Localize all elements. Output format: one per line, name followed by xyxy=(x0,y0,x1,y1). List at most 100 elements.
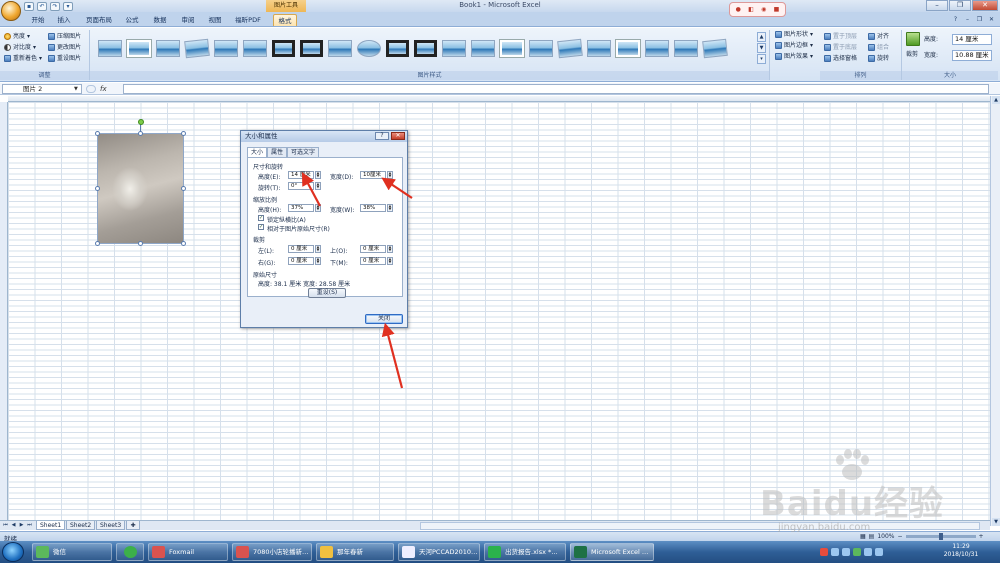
selected-picture[interactable] xyxy=(97,133,184,244)
height-spinner-icon[interactable]: ▲ ▼ xyxy=(315,171,321,179)
picture-style-thumb[interactable] xyxy=(328,40,352,57)
bring-to-front-button[interactable]: 置于顶层 xyxy=(824,32,857,41)
record-icon[interactable]: ● xyxy=(736,6,741,13)
resize-handle[interactable] xyxy=(181,241,186,246)
contrast-button[interactable]: 对比度 ▾ xyxy=(4,43,36,52)
relative-original-checkbox[interactable]: ✓ xyxy=(258,224,264,230)
volume-icon[interactable] xyxy=(875,548,883,556)
formula-expand-icon[interactable] xyxy=(86,85,96,93)
tab-review[interactable]: 审阅 xyxy=(178,14,198,26)
scale-height-input[interactable]: 37% xyxy=(288,204,314,212)
change-picture-button[interactable]: 更改图片 xyxy=(48,43,81,52)
resize-handle[interactable] xyxy=(95,186,100,191)
crop-left-spinner-icon[interactable]: ▲ ▼ xyxy=(315,245,321,253)
picture-shape-button[interactable]: 图片形状 ▾ xyxy=(775,30,813,39)
compress-pictures-button[interactable]: 压缩图片 xyxy=(48,32,81,41)
gallery-up-icon[interactable]: ▲ xyxy=(757,32,766,42)
sheet-tab-sheet1[interactable]: Sheet1 xyxy=(36,521,66,530)
rotation-handle[interactable] xyxy=(138,119,144,125)
picture-style-thumb[interactable] xyxy=(702,38,728,59)
picture-effects-button[interactable]: 图片效果 ▾ xyxy=(775,52,813,61)
tab-format[interactable]: 格式 xyxy=(273,14,297,26)
align-button[interactable]: 对齐 xyxy=(868,32,889,41)
tab-alt-text[interactable]: 可选文字 xyxy=(287,147,320,157)
sheet-tab-sheet2[interactable]: Sheet2 xyxy=(66,521,96,530)
crop-right-spinner-icon[interactable]: ▲ ▼ xyxy=(315,257,321,265)
close-button[interactable]: 关闭 xyxy=(365,314,403,324)
zoom-in-icon[interactable]: + xyxy=(979,533,984,540)
taskbar-item-excel[interactable]: Microsoft Excel … xyxy=(570,543,654,561)
picture-style-thumb[interactable] xyxy=(557,38,583,59)
recolor-button[interactable]: 重新着色 ▾ xyxy=(4,54,42,63)
start-button[interactable] xyxy=(2,542,24,562)
crop-bottom-spinner-icon[interactable]: ▲ ▼ xyxy=(387,257,393,265)
scale-width-input[interactable]: 38% xyxy=(360,204,386,212)
picture-style-thumb[interactable] xyxy=(127,40,151,57)
picture-style-thumb[interactable] xyxy=(98,40,122,57)
tab-foxit-pdf[interactable]: 福昕PDF xyxy=(233,14,263,26)
crop-left-input[interactable]: 0 厘米 xyxy=(288,245,314,253)
picture-style-thumb[interactable] xyxy=(529,40,553,57)
resize-handle[interactable] xyxy=(181,131,186,136)
picture-style-thumb[interactable] xyxy=(674,40,698,57)
crop-right-input[interactable]: 0 厘米 xyxy=(288,257,314,265)
name-box[interactable]: 图片 2 xyxy=(2,84,82,94)
scroll-up-icon[interactable]: ▲ xyxy=(992,96,1000,104)
resize-handle[interactable] xyxy=(138,241,143,246)
dialog-help-button[interactable]: ? xyxy=(375,132,389,140)
shape-height-input[interactable]: 14 厘米 xyxy=(952,34,992,45)
height-input[interactable]: 14 厘米 xyxy=(288,171,314,179)
doc-restore-icon[interactable]: ❐ xyxy=(975,15,984,24)
rotation-spinner-icon[interactable]: ▲ ▼ xyxy=(315,182,321,190)
taskbar-clock[interactable]: 11:29 2018/10/31 xyxy=(928,543,994,559)
taskbar-item-foxmail[interactable]: Foxmail xyxy=(148,543,228,561)
first-sheet-icon[interactable]: ⏮ xyxy=(2,522,9,529)
formula-input[interactable] xyxy=(123,84,989,94)
scale-width-spinner-icon[interactable]: ▲ ▼ xyxy=(387,204,393,212)
picture-style-thumb[interactable] xyxy=(471,40,495,57)
tab-properties[interactable]: 属性 xyxy=(267,147,288,157)
picture-style-thumb[interactable] xyxy=(184,38,210,59)
doc-minimize-icon[interactable]: – xyxy=(963,15,972,24)
tab-formulas[interactable]: 公式 xyxy=(122,14,142,26)
picture-style-thumb[interactable] xyxy=(214,40,238,57)
scroll-down-icon[interactable]: ▼ xyxy=(992,518,1000,526)
resize-handle[interactable] xyxy=(181,186,186,191)
taskbar-item-browser[interactable]: 7080小店轮播新… xyxy=(232,543,312,561)
crop-top-spinner-icon[interactable]: ▲ ▼ xyxy=(387,245,393,253)
width-input[interactable]: 10厘米 xyxy=(360,171,386,179)
tab-view[interactable]: 视图 xyxy=(205,14,225,26)
tray-icon[interactable] xyxy=(853,548,861,556)
picture-style-thumb[interactable] xyxy=(442,40,466,57)
office-button[interactable] xyxy=(1,1,21,21)
selection-pane-button[interactable]: 选择窗格 xyxy=(824,54,857,63)
tab-page-layout[interactable]: 页面布局 xyxy=(82,14,116,26)
row-headers[interactable] xyxy=(0,102,8,520)
resize-handle[interactable] xyxy=(95,131,100,136)
screen-icon[interactable]: ◧ xyxy=(748,6,754,13)
taskbar-item-cad[interactable]: 天河PCCAD2010… xyxy=(398,543,480,561)
insert-function-icon[interactable]: fx xyxy=(100,85,107,93)
stop-icon[interactable]: ■ xyxy=(774,6,780,13)
close-window-button[interactable]: ✕ xyxy=(972,0,998,11)
rotation-input[interactable]: 0° xyxy=(288,182,314,190)
sheet-tab-sheet3[interactable]: Sheet3 xyxy=(96,521,126,530)
picture-style-thumb[interactable] xyxy=(272,40,295,57)
insert-sheet-icon[interactable]: ✚ xyxy=(126,521,140,530)
width-spinner-icon[interactable]: ▲ ▼ xyxy=(387,171,393,179)
tray-icon[interactable] xyxy=(842,548,850,556)
vertical-scrollbar[interactable]: ▲ ▼ xyxy=(990,96,1000,526)
taskbar-item-wps[interactable]: 出货报告.xlsx *… xyxy=(484,543,566,561)
picture-style-thumb[interactable] xyxy=(414,40,437,57)
name-box-dropdown-icon[interactable]: ▼ xyxy=(74,86,78,92)
picture-border-button[interactable]: 图片边框 ▾ xyxy=(775,41,813,50)
reset-button[interactable]: 重设(S) xyxy=(308,288,346,298)
restore-button[interactable]: ❐ xyxy=(949,0,971,11)
picture-style-thumb[interactable] xyxy=(243,40,267,57)
crop-top-input[interactable]: 0 厘米 xyxy=(360,245,386,253)
taskbar-item-app[interactable] xyxy=(116,543,144,561)
taskbar-item-folder[interactable]: 那年春新 xyxy=(316,543,394,561)
picture-style-thumb[interactable] xyxy=(645,40,669,57)
network-icon[interactable] xyxy=(864,548,872,556)
dialog-close-icon[interactable]: ✕ xyxy=(391,132,405,140)
